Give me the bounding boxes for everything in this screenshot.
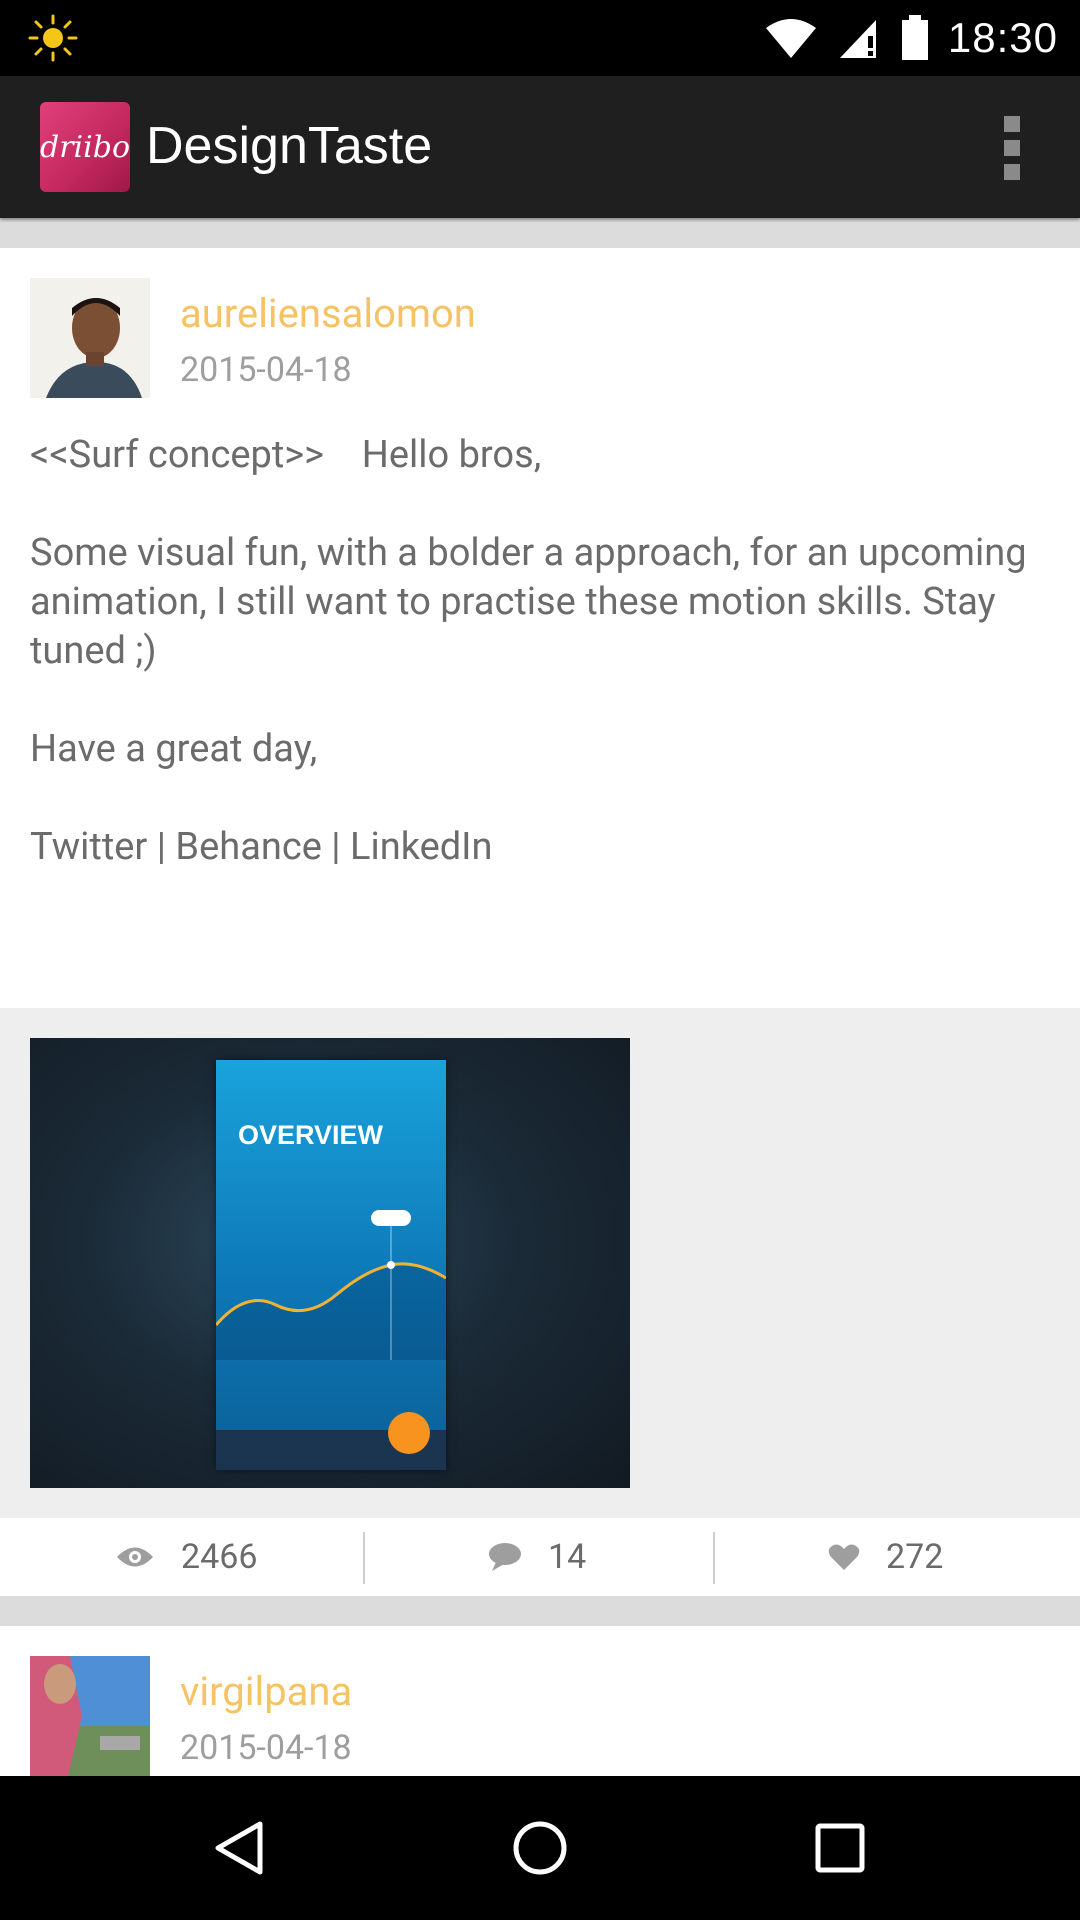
post-date: 2015-04-18 (180, 350, 352, 390)
home-icon[interactable] (500, 1808, 580, 1888)
avatar[interactable] (30, 278, 150, 398)
wifi-icon (765, 19, 816, 59)
overflow-menu-icon[interactable] (992, 116, 1032, 180)
app-title: DesignTaste (146, 117, 433, 175)
post-author[interactable]: virgilpana (180, 1668, 352, 1715)
heart-icon (828, 1544, 860, 1570)
battery-icon (901, 15, 928, 60)
shot-title: OVERVIEW (238, 1120, 384, 1150)
post-author[interactable]: aureliensalomon (180, 290, 476, 337)
views-count: 2466 (181, 1537, 258, 1577)
system-nav-bar (0, 1776, 1080, 1920)
post-card[interactable]: virgilpana 2015-04-18 (0, 1626, 1080, 1776)
post-description: <<Surf concept>> Hello bros, Some visual… (30, 433, 1027, 869)
post-card[interactable]: aureliensalomon 2015-04-18 <<Surf concep… (0, 248, 1080, 1008)
stats-divider (713, 1532, 715, 1584)
status-bar: 18:30 (0, 0, 1080, 76)
likes-stat[interactable]: 272 (828, 1518, 943, 1596)
post-shot-image[interactable]: OVERVIEW (30, 1038, 630, 1488)
comment-icon (489, 1543, 521, 1571)
back-icon[interactable] (200, 1808, 280, 1888)
post-date: 2015-04-18 (180, 1728, 352, 1768)
views-stat[interactable]: 2466 (115, 1518, 257, 1596)
app-toolbar: driibo DesignTaste (0, 76, 1080, 218)
clock: 18:30 (947, 14, 1058, 61)
app-logo: driibo (40, 102, 130, 192)
post-image-area: OVERVIEW (0, 1008, 1080, 1518)
shot-phone-mockup: OVERVIEW (216, 1060, 446, 1470)
avatar[interactable] (30, 1656, 150, 1776)
brightness-icon (28, 14, 78, 62)
post-stats-bar: 2466 14 272 (0, 1518, 1080, 1596)
recents-icon[interactable] (800, 1808, 880, 1888)
comments-count: 14 (548, 1537, 587, 1577)
likes-count: 272 (886, 1537, 944, 1577)
eye-icon (117, 1547, 153, 1567)
shot-fab (388, 1412, 430, 1454)
signal-icon (839, 20, 876, 58)
stats-divider (363, 1532, 365, 1584)
comments-stat[interactable]: 14 (488, 1518, 586, 1596)
